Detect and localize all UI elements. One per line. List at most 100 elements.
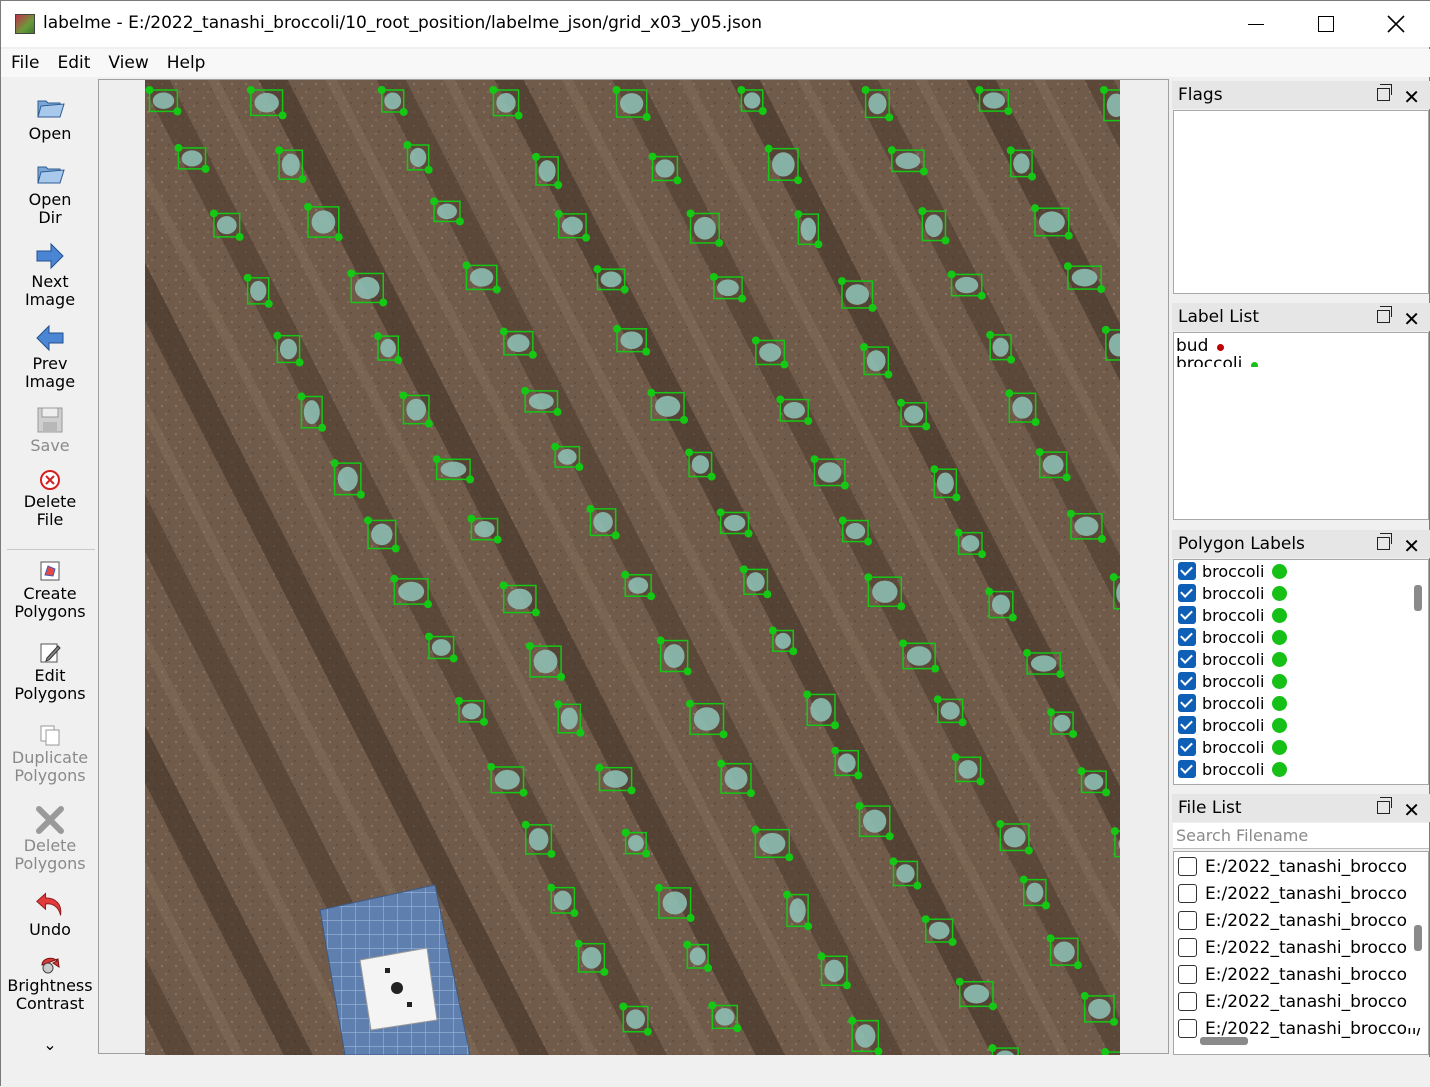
- float-icon[interactable]: [1377, 310, 1390, 323]
- polygon-label-row[interactable]: broccoli: [1174, 736, 1428, 758]
- duplicate-polygons-button[interactable]: Duplicate Polygons: [3, 723, 97, 785]
- checkbox-unchecked[interactable]: [1178, 992, 1197, 1011]
- menu-edit[interactable]: Edit: [47, 53, 98, 73]
- label-color-dot: [1251, 362, 1258, 367]
- brightness-contrast-button[interactable]: Brightness Contrast: [3, 953, 97, 1013]
- edit-polygons-button[interactable]: Edit Polygons: [3, 641, 97, 703]
- polygon-list-scrollbar[interactable]: [1407, 560, 1427, 784]
- broccoli-box[interactable]: [737, 86, 766, 115]
- file-list-row[interactable]: E:/2022_tanashi_broccoli/: [1174, 934, 1428, 961]
- polygon-label-row[interactable]: broccoli: [1174, 604, 1428, 626]
- open-dir-button[interactable]: Open Dir: [3, 159, 97, 227]
- broccoli-box[interactable]: [683, 941, 712, 972]
- search-filename-input[interactable]: Search Filename: [1173, 823, 1429, 849]
- maximize-icon: [1318, 16, 1334, 32]
- toolbar-overflow-button[interactable]: ⌄: [3, 1036, 97, 1054]
- close-icon[interactable]: ✕: [1403, 532, 1420, 560]
- polygon-label-row[interactable]: broccoli: [1174, 626, 1428, 648]
- file-list-row[interactable]: E:/2022_tanashi_broccoli/: [1174, 961, 1428, 988]
- close-icon[interactable]: ✕: [1403, 305, 1420, 333]
- canvas-area[interactable]: [98, 79, 1169, 1054]
- checkbox-checked[interactable]: [1178, 584, 1196, 602]
- brightness-label-2: Contrast: [3, 995, 97, 1013]
- maximize-button[interactable]: [1291, 1, 1361, 47]
- menu-help[interactable]: Help: [157, 53, 214, 73]
- float-icon[interactable]: [1377, 801, 1390, 814]
- file-path: E:/2022_tanashi_broccoli/: [1205, 857, 1422, 877]
- flags-list[interactable]: [1173, 110, 1429, 294]
- file-list-scrollbar[interactable]: [1407, 852, 1427, 1028]
- broccoli-box[interactable]: [955, 529, 986, 558]
- float-icon[interactable]: [1377, 88, 1390, 101]
- checkbox-unchecked[interactable]: [1178, 938, 1197, 957]
- checkbox-unchecked[interactable]: [1178, 965, 1197, 984]
- create-polygons-button[interactable]: Create Polygons: [3, 559, 97, 621]
- duplicate-polygons-label-2: Polygons: [3, 767, 97, 785]
- checkbox-checked[interactable]: [1178, 562, 1196, 580]
- undo-button[interactable]: Undo: [3, 889, 97, 939]
- menu-file[interactable]: File: [1, 53, 47, 73]
- polygon-label-row[interactable]: broccoli: [1174, 670, 1428, 692]
- flags-dock: Flags ✕: [1172, 81, 1430, 295]
- duplicate-icon: [38, 723, 62, 747]
- checkbox-unchecked[interactable]: [1178, 911, 1197, 930]
- minimize-button[interactable]: [1221, 1, 1291, 47]
- polygon-label-row[interactable]: broccoli: [1174, 758, 1428, 780]
- arrow-left-icon: [35, 323, 65, 353]
- polygon-labels-list[interactable]: broccolibroccolibroccolibroccolibroccoli…: [1173, 559, 1429, 785]
- brightness-icon: [39, 953, 61, 975]
- broccoli-box[interactable]: [1047, 708, 1077, 738]
- save-button[interactable]: Save: [3, 405, 97, 455]
- file-list[interactable]: E:/2022_tanashi_broccoli/E:/2022_tanashi…: [1173, 851, 1429, 1055]
- polygon-label-row[interactable]: broccoli: [1174, 692, 1428, 714]
- scrollbar-thumb[interactable]: [1414, 585, 1422, 611]
- label-list[interactable]: bud broccoli: [1173, 332, 1429, 520]
- label-list-item[interactable]: broccoli: [1174, 355, 1428, 367]
- label-color-dot: [1272, 608, 1287, 623]
- broccoli-box[interactable]: [622, 829, 651, 858]
- checkbox-checked[interactable]: [1178, 738, 1196, 756]
- horizontal-scrollbar-thumb[interactable]: [1200, 1037, 1248, 1045]
- checkbox-unchecked[interactable]: [1178, 884, 1197, 903]
- create-polygon-icon: [38, 559, 62, 583]
- close-icon: [1387, 15, 1405, 33]
- checkbox-unchecked[interactable]: [1178, 857, 1197, 876]
- checkbox-checked[interactable]: [1178, 716, 1196, 734]
- polygon-label-row[interactable]: broccoli: [1174, 714, 1428, 736]
- checkbox-checked[interactable]: [1178, 760, 1196, 778]
- broccoli-box[interactable]: [769, 627, 797, 656]
- duplicate-polygons-label-1: Duplicate: [3, 749, 97, 767]
- polygon-label-row[interactable]: broccoli: [1174, 560, 1428, 582]
- prev-image-button[interactable]: Prev Image: [3, 323, 97, 391]
- delete-file-button[interactable]: Delete File: [3, 469, 97, 529]
- menu-view[interactable]: View: [98, 53, 156, 73]
- close-icon[interactable]: ✕: [1403, 796, 1420, 824]
- checkbox-checked[interactable]: [1178, 672, 1196, 690]
- checkbox-unchecked[interactable]: [1178, 1019, 1197, 1038]
- scrollbar-thumb[interactable]: [1414, 925, 1422, 951]
- next-image-button[interactable]: Next Image: [3, 241, 97, 309]
- broccoli-box[interactable]: [378, 86, 408, 116]
- label-color-dot: [1272, 762, 1287, 777]
- checkbox-checked[interactable]: [1178, 694, 1196, 712]
- close-window-button[interactable]: [1361, 1, 1430, 47]
- polygon-label-text: broccoli: [1202, 716, 1264, 735]
- open-button[interactable]: Open: [3, 93, 97, 143]
- file-list-row[interactable]: E:/2022_tanashi_broccoli/: [1174, 988, 1428, 1015]
- polygon-label-row[interactable]: broccoli: [1174, 582, 1428, 604]
- float-icon[interactable]: [1377, 537, 1390, 550]
- undo-icon: [35, 889, 65, 919]
- file-list-row[interactable]: E:/2022_tanashi_broccoli/: [1174, 907, 1428, 934]
- image-canvas[interactable]: [145, 80, 1120, 1055]
- polygon-label-row[interactable]: broccoli: [1174, 648, 1428, 670]
- close-icon[interactable]: ✕: [1403, 83, 1420, 111]
- file-list-row[interactable]: E:/2022_tanashi_broccoli/: [1174, 853, 1428, 880]
- file-list-row[interactable]: E:/2022_tanashi_broccoli/: [1174, 880, 1428, 907]
- aerial-field-image[interactable]: [145, 80, 1120, 1055]
- edit-polygons-label-1: Edit: [3, 667, 97, 685]
- checkbox-checked[interactable]: [1178, 650, 1196, 668]
- checkbox-checked[interactable]: [1178, 606, 1196, 624]
- checkbox-checked[interactable]: [1178, 628, 1196, 646]
- label-list-item[interactable]: bud: [1174, 337, 1428, 355]
- delete-polygons-button[interactable]: Delete Polygons: [3, 805, 97, 873]
